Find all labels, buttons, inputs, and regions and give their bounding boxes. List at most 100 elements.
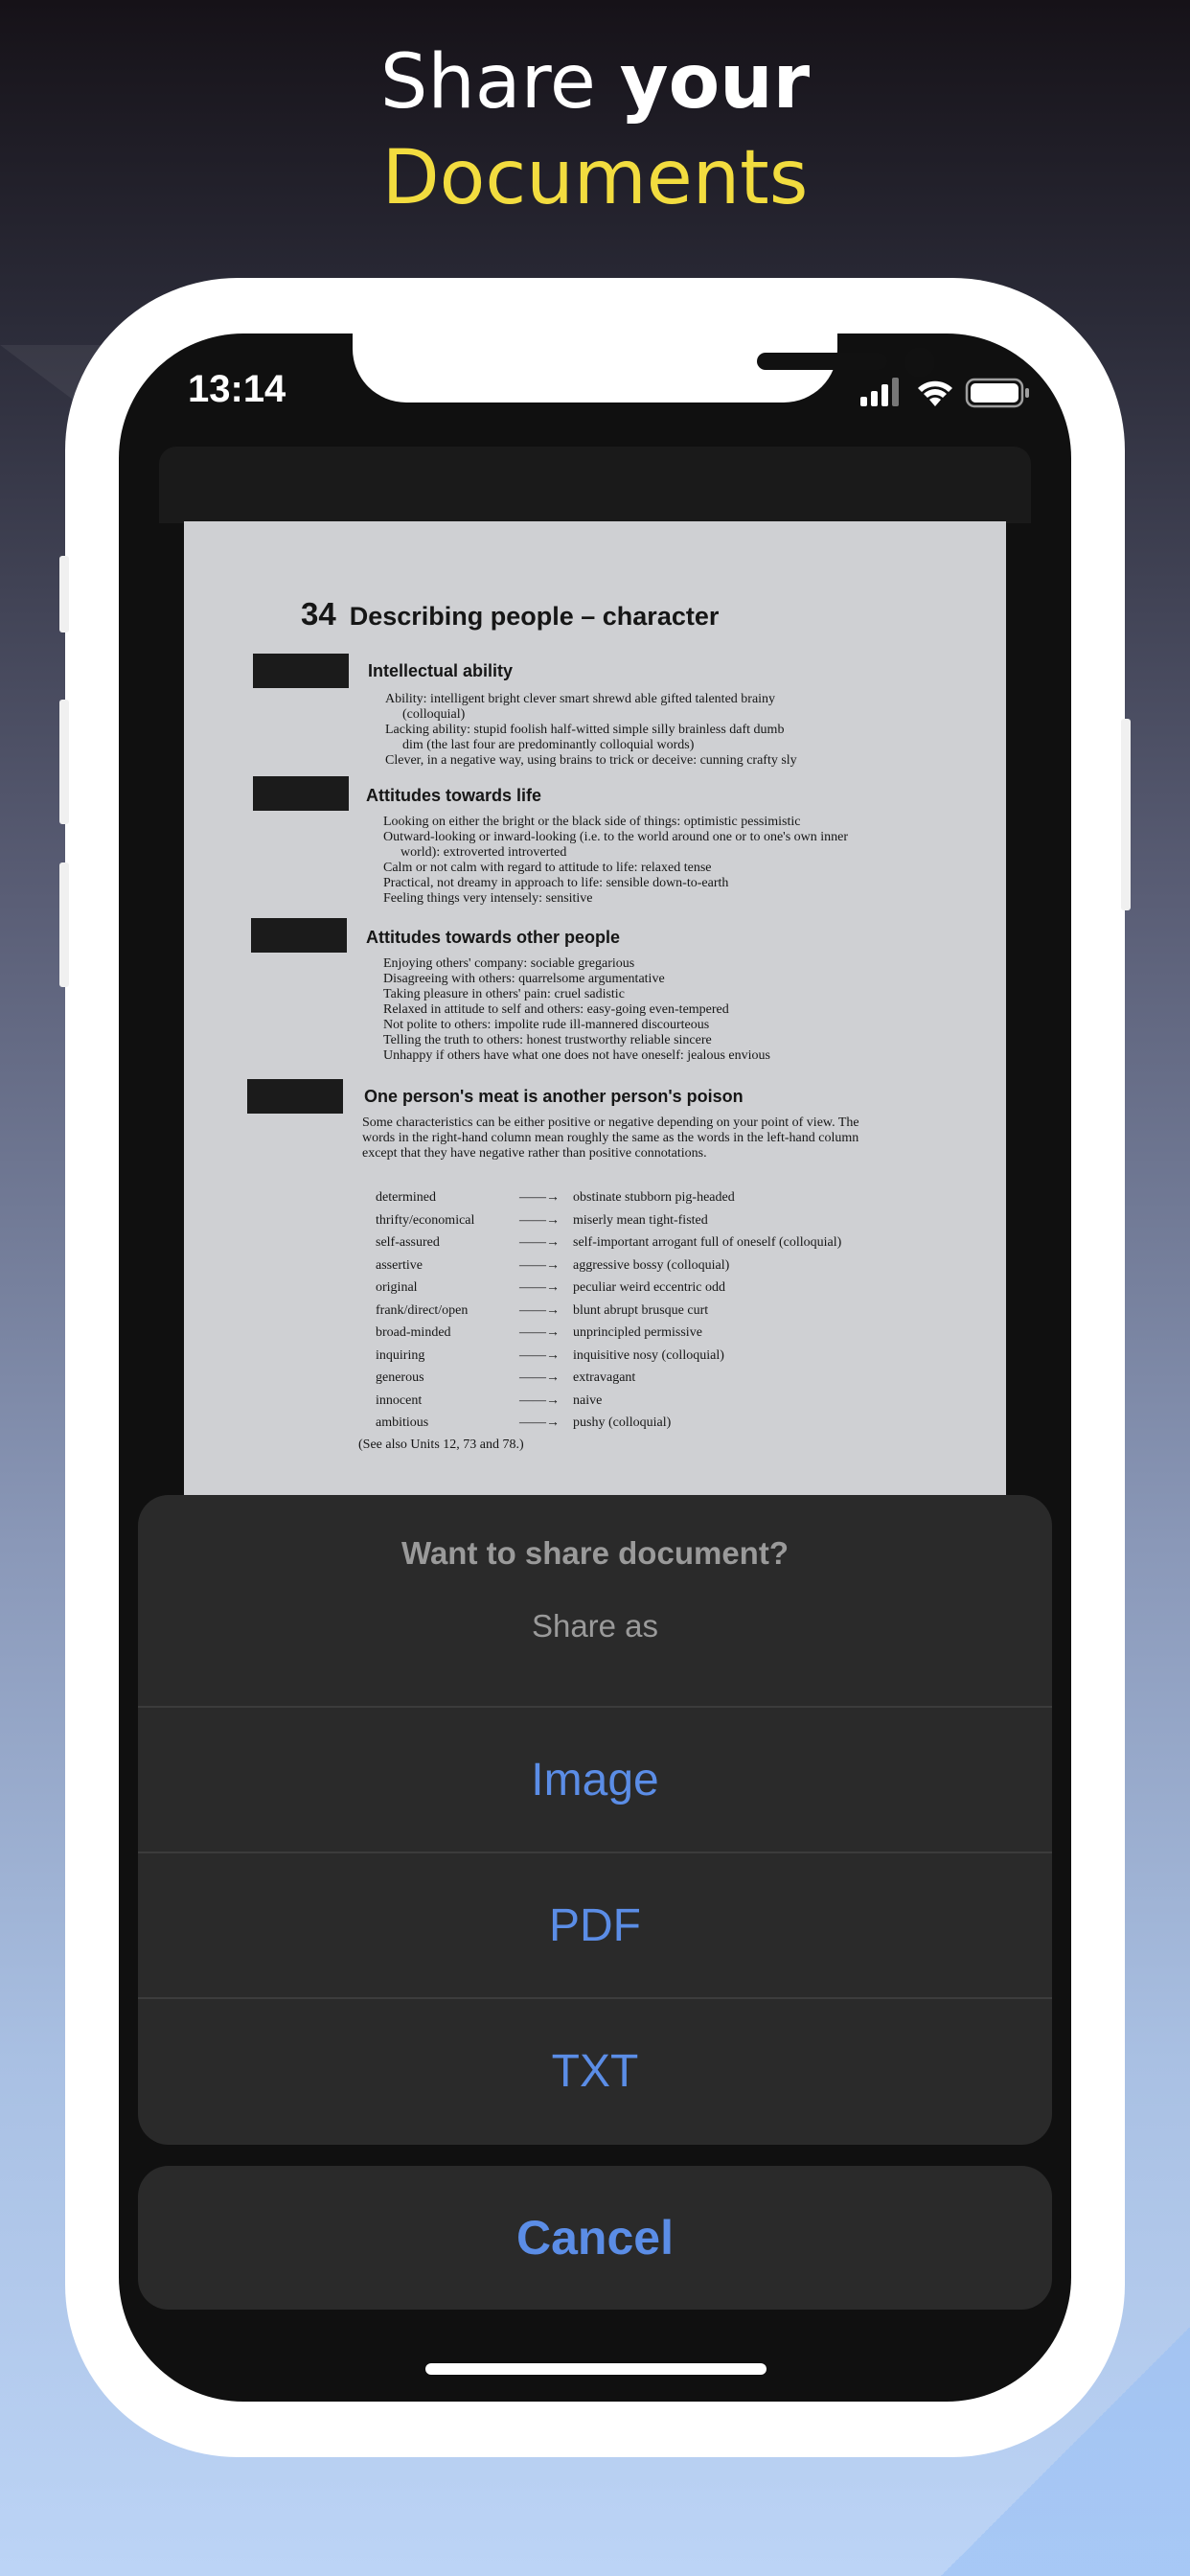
- word-pair-left: self-assured: [376, 1235, 440, 1250]
- black-marker-block: [253, 654, 349, 688]
- arrow-icon: ——→: [519, 1347, 560, 1363]
- document-line: (colloquial): [402, 707, 466, 722]
- arrow-icon: ——→: [519, 1325, 560, 1340]
- arrow-icon: ——→: [519, 1190, 560, 1205]
- headline-word-your: your: [619, 39, 811, 126]
- document-footer-note: (See also Units 12, 73 and 78.): [358, 1438, 524, 1452]
- battery-icon: [965, 378, 1029, 408]
- power-button: [1121, 719, 1131, 910]
- black-marker-block: [247, 1079, 343, 1114]
- front-camera: [904, 347, 935, 378]
- word-pair-row: inquiring ——→ inquisitive nosy (colloquial…: [376, 1348, 956, 1371]
- word-pair-left: frank/direct/open: [376, 1302, 469, 1318]
- notch: [353, 334, 935, 402]
- word-pair-right: aggressive bossy (colloquial): [573, 1257, 730, 1273]
- word-pair-left: inquiring: [376, 1347, 425, 1363]
- word-pair-left: determined: [376, 1190, 436, 1205]
- word-pair-left: original: [376, 1280, 418, 1295]
- speaker: [757, 353, 887, 370]
- document-line: Some characteristics can be either posit…: [362, 1116, 859, 1130]
- document-line: Outward-looking or inward-looking (i.e. …: [383, 830, 849, 844]
- black-marker-block: [251, 918, 347, 953]
- document-line: Disagreeing with others: quarrelsome arg…: [383, 972, 665, 986]
- document-title: 34 Describing people – character: [301, 596, 719, 632]
- word-pair-right: peculiar weird eccentric odd: [573, 1280, 725, 1295]
- document-line: dim (the last four are predominantly col…: [402, 738, 695, 752]
- word-pair-right: self-important arrogant full of oneself …: [573, 1235, 842, 1250]
- modal-backdrop: [159, 447, 1031, 523]
- headline-word-documents: Documents: [381, 135, 809, 221]
- document-line: Enjoying others' company: sociable grega…: [383, 956, 635, 971]
- action-sheet-subtitle: Share as: [531, 1608, 659, 1644]
- document-section-heading: Attitudes towards life: [366, 786, 542, 805]
- headline-word-share: Share: [379, 39, 596, 126]
- word-pair-left: broad-minded: [376, 1325, 451, 1340]
- share-as-image-button[interactable]: Image: [138, 1706, 1052, 1852]
- share-as-pdf-button[interactable]: PDF: [138, 1852, 1052, 1997]
- document-line: Clever, in a negative way, using brains …: [385, 753, 797, 768]
- word-pair-row: assertive ——→ aggressive bossy (colloquial…: [376, 1258, 956, 1281]
- word-pair-right: naive: [573, 1392, 603, 1408]
- document-page-number: 34: [301, 596, 336, 632]
- word-pair-row: original ——→ peculiar weird eccentric odd: [376, 1280, 956, 1303]
- document-line: Unhappy if others have what one does not…: [383, 1048, 770, 1063]
- word-pair-right: miserly mean tight-fisted: [573, 1212, 708, 1228]
- arrow-icon: ——→: [519, 1212, 560, 1228]
- word-pair-right: inquisitive nosy (colloquial): [573, 1347, 724, 1363]
- mute-switch: [59, 556, 69, 632]
- word-pair-row: broad-minded ——→ unprincipled permissive: [376, 1325, 956, 1348]
- document-line: Looking on either the bright or the blac…: [383, 815, 801, 829]
- word-pair-right: extravagant: [573, 1370, 636, 1385]
- document-line: except that they have negative rather th…: [362, 1146, 707, 1161]
- document-line: words in the right-hand column mean roug…: [362, 1131, 859, 1145]
- phone-screen: 13:14 34 Describing people – character I…: [119, 334, 1071, 2402]
- word-pair-row: ambitious ——→ pushy (colloquial): [376, 1415, 956, 1438]
- word-pair-row: frank/direct/open ——→ blunt abrupt brusque…: [376, 1303, 956, 1326]
- arrow-icon: ——→: [519, 1257, 560, 1273]
- word-pair-left: assertive: [376, 1257, 423, 1273]
- black-marker-block: [253, 776, 349, 811]
- home-indicator[interactable]: [425, 2363, 767, 2375]
- document-line: Feeling things very intensely: sensitive: [383, 891, 593, 906]
- document-preview: 34 Describing people – character Intellec…: [184, 521, 1006, 1556]
- status-icons: [860, 378, 1029, 408]
- arrow-icon: ——→: [519, 1370, 560, 1385]
- document-line: Taking pleasure in others' pain: cruel s…: [383, 987, 625, 1001]
- word-pair-right: pushy (colloquial): [573, 1415, 672, 1430]
- document-title-text: Describing people – character: [349, 602, 720, 631]
- word-pair-left: thrifty/economical: [376, 1212, 475, 1228]
- document-line: Not polite to others: impolite rude ill-…: [383, 1018, 710, 1032]
- word-pair-row: generous ——→ extravagant: [376, 1370, 956, 1393]
- marketing-headline: Share your Documents: [0, 34, 1190, 226]
- arrow-icon: ——→: [519, 1302, 560, 1318]
- word-pair-row: thrifty/economical ——→ miserly mean tight-…: [376, 1213, 956, 1236]
- share-as-txt-button[interactable]: TXT: [138, 1997, 1052, 2143]
- volume-up-button: [59, 700, 69, 824]
- document-line: Ability: intelligent bright clever smart…: [385, 692, 776, 706]
- action-sheet-title: Want to share document?: [401, 1535, 789, 1571]
- document-line: Relaxed in attitude to self and others: …: [383, 1002, 729, 1017]
- wifi-icon: [918, 380, 952, 406]
- word-pair-left: ambitious: [376, 1415, 429, 1430]
- document-line: Calm or not calm with regard to attitude…: [383, 861, 712, 875]
- status-time: 13:14: [188, 368, 286, 410]
- cancel-button[interactable]: Cancel: [138, 2166, 1052, 2310]
- arrow-icon: ——→: [519, 1280, 560, 1295]
- word-pair-left: generous: [376, 1370, 424, 1385]
- word-pair-right: unprincipled permissive: [573, 1325, 702, 1340]
- document-section-heading: Attitudes towards other people: [366, 928, 621, 947]
- document-section-heading: Intellectual ability: [368, 661, 514, 680]
- document-line: world): extroverted introverted: [400, 845, 567, 860]
- word-pair-left: innocent: [376, 1392, 423, 1408]
- arrow-icon: ——→: [519, 1392, 560, 1408]
- document-line: Lacking ability: stupid foolish half-wit…: [385, 723, 785, 737]
- word-pair-row: determined ——→ obstinate stubborn pig-head…: [376, 1190, 956, 1213]
- cellular-signal-icon: [860, 378, 899, 406]
- word-pair-right: obstinate stubborn pig-headed: [573, 1190, 735, 1205]
- arrow-icon: ——→: [519, 1235, 560, 1250]
- document-line: Practical, not dreamy in approach to lif…: [383, 876, 729, 890]
- document-section-heading: One person's meat is another person's po…: [364, 1087, 744, 1106]
- phone-frame: 13:14 34 Describing people – character I…: [59, 278, 1131, 2457]
- word-pair-row: self-assured ——→ self-important arrogant f…: [376, 1235, 956, 1258]
- document-line: Telling the truth to others: honest trus…: [383, 1033, 712, 1047]
